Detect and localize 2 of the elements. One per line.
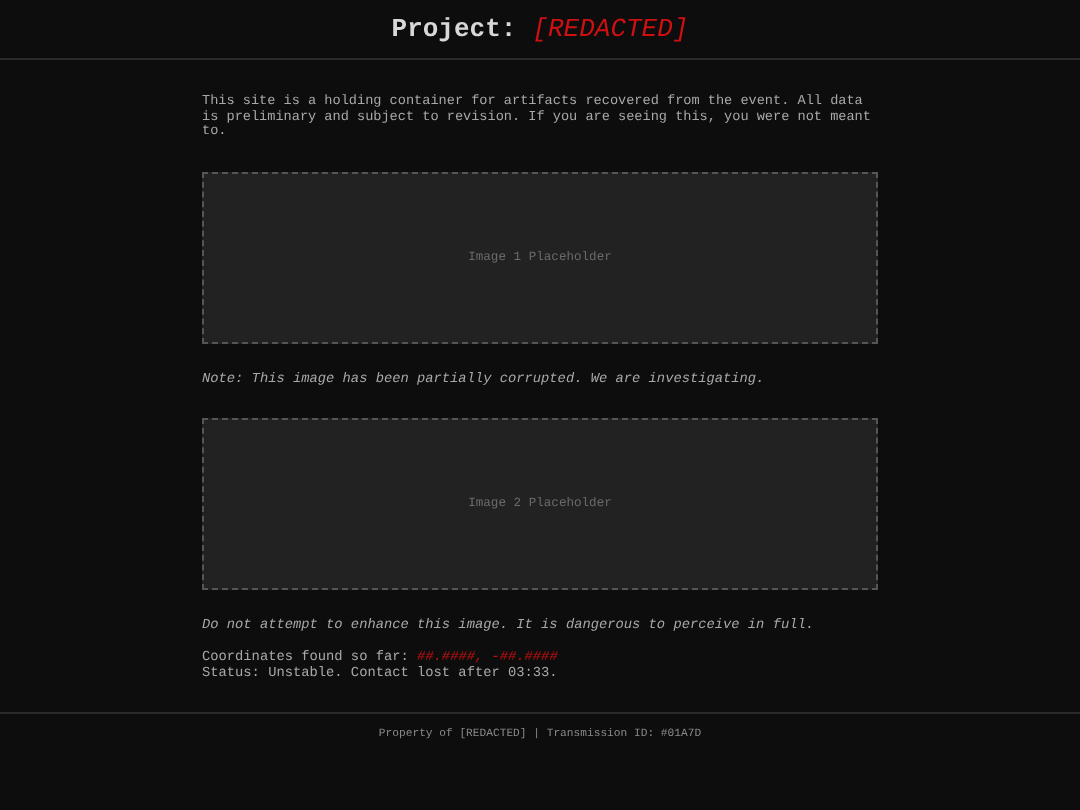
redacted-title: [REDACTED] <box>532 11 689 48</box>
page-title: Project: <box>391 11 517 48</box>
